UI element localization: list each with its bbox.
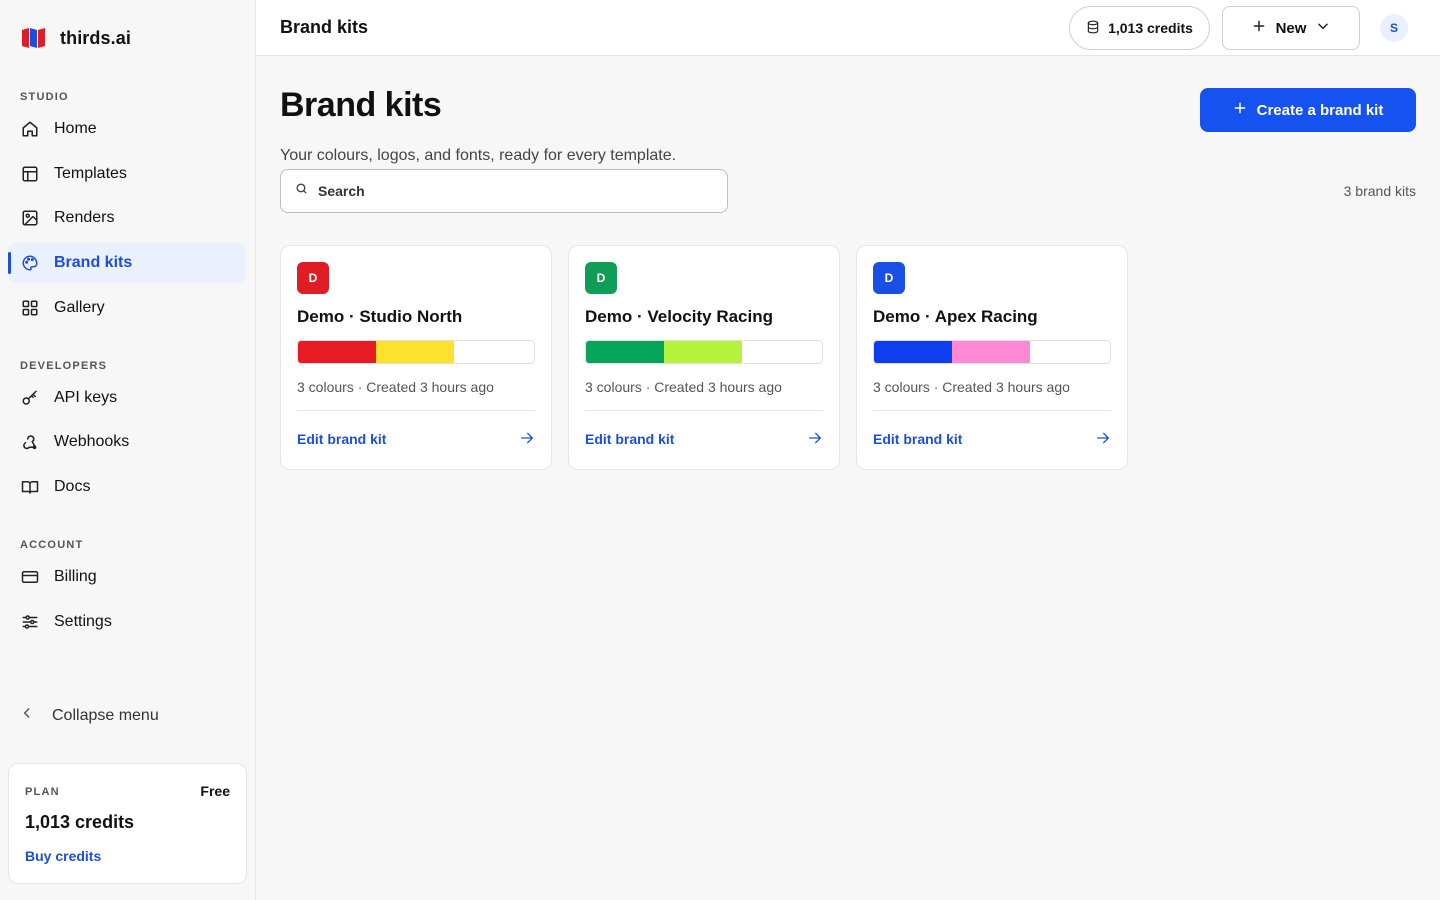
kit-meta: 3 colours · Created 3 hours ago [297,379,494,395]
sidebar: thirds.ai STUDIO Home Templates Renders … [0,0,256,900]
sidebar-item-label: Brand kits [54,254,133,271]
collapse-menu-button[interactable]: Collapse menu [20,706,159,725]
sidebar-item-label: Settings [54,613,112,630]
sidebar-item-label: Home [54,120,97,137]
kit-title: Demo · Apex Racing [873,307,1038,326]
kit-badge: D [585,262,617,294]
edit-brand-kit-link[interactable]: Edit brand kit [297,431,386,447]
kit-title: Demo · Velocity Racing [585,307,773,326]
sidebar-item-billing[interactable]: Billing [8,557,246,597]
color-swatches [585,340,823,364]
plus-icon [1252,19,1266,37]
credits-pill-label: 1,013 credits [1108,20,1193,36]
brand-kit-card[interactable]: D Demo · Apex Racing 3 colours · Created… [856,245,1128,470]
arrow-right-icon[interactable] [807,430,823,446]
edit-brand-kit-link[interactable]: Edit brand kit [585,431,674,447]
create-brand-kit-button[interactable]: Create a brand kit [1200,88,1416,132]
color-swatch [298,341,376,363]
credit-card-icon [20,567,40,587]
section-label-developers: DEVELOPERS [20,360,108,372]
sliders-icon [20,612,40,632]
sidebar-item-renders[interactable]: Renders [8,198,246,238]
sidebar-item-gallery[interactable]: Gallery [8,288,246,328]
sidebar-item-brand-kits[interactable]: Brand kits [8,243,246,283]
edit-brand-kit-link[interactable]: Edit brand kit [873,431,962,447]
home-icon [20,119,40,139]
divider [873,410,1111,411]
sidebar-item-label: Renders [54,209,115,226]
sidebar-item-settings[interactable]: Settings [8,602,246,642]
sidebar-item-label: API keys [54,389,118,406]
sidebar-item-label: Billing [54,568,97,585]
color-swatch-empty [742,341,820,363]
page-title: Brand kits [280,86,442,124]
section-label-account: ACCOUNT [20,539,84,551]
create-brand-kit-label: Create a brand kit [1256,101,1384,119]
section-label-studio: STUDIO [20,91,69,103]
plan-credits: 1,013 credits [25,812,135,832]
new-button-label: New [1275,19,1307,37]
color-swatch [874,341,952,363]
plan-label: PLAN [25,786,60,798]
sidebar-item-webhooks[interactable]: Webhooks [8,422,246,462]
chevron-left-icon [20,706,34,725]
palette-icon [20,253,40,273]
brand-kit-card[interactable]: D Demo · Studio North 3 colours · Create… [280,245,552,470]
sidebar-item-docs[interactable]: Docs [8,467,246,507]
new-button[interactable]: New [1222,6,1360,50]
color-swatch [664,341,742,363]
brand-logo[interactable]: thirds.ai [20,24,131,52]
brand-kit-grid: D Demo · Studio North 3 colours · Create… [280,245,1128,470]
layout-icon [20,164,40,184]
brand-kit-card[interactable]: D Demo · Velocity Racing 3 colours · Cre… [568,245,840,470]
search-box[interactable] [280,169,728,213]
color-swatch-empty [1030,341,1108,363]
divider [297,410,535,411]
kit-badge: D [297,262,329,294]
search-input[interactable] [318,183,698,199]
topbar-title: Brand kits [280,17,369,37]
color-swatches [873,340,1111,364]
logo-mark-icon [20,24,48,52]
plus-icon [1233,101,1247,119]
search-icon [295,182,308,200]
buy-credits-link[interactable]: Buy credits [25,848,101,864]
app-name: thirds.ai [60,27,131,48]
key-icon [20,388,40,408]
grid-icon [20,298,40,318]
collapse-menu-label: Collapse menu [52,706,159,724]
sidebar-item-api-keys[interactable]: API keys [8,378,246,418]
sidebar-item-home[interactable]: Home [8,109,246,149]
color-swatch [586,341,664,363]
database-icon [1086,20,1100,37]
credits-pill[interactable]: 1,013 credits [1069,6,1210,50]
kit-meta: 3 colours · Created 3 hours ago [585,379,782,395]
plan-card: PLAN Free 1,013 credits Buy credits [8,763,247,884]
arrow-right-icon[interactable] [519,430,535,446]
chevron-down-icon [1316,19,1330,37]
avatar[interactable]: S [1380,14,1408,42]
topbar: Brand kits 1,013 credits New S [256,0,1440,56]
arrow-right-icon[interactable] [1095,430,1111,446]
sidebar-item-label: Templates [54,165,127,182]
image-icon [20,208,40,228]
webhook-icon [20,432,40,452]
kit-title: Demo · Studio North [297,307,463,326]
sidebar-item-templates[interactable]: Templates [8,154,246,194]
kit-badge: D [873,262,905,294]
brand-kit-count: 3 brand kits [1343,183,1416,199]
sidebar-item-label: Gallery [54,299,105,316]
plan-tier: Free [200,783,230,799]
divider [585,410,823,411]
color-swatch [376,341,454,363]
color-swatches [297,340,535,364]
color-swatch-empty [454,341,532,363]
kit-meta: 3 colours · Created 3 hours ago [873,379,1070,395]
book-icon [20,477,40,497]
page-subtitle: Your colours, logos, and fonts, ready fo… [280,147,677,164]
sidebar-item-label: Webhooks [54,433,130,450]
sidebar-item-label: Docs [54,478,91,495]
color-swatch [952,341,1030,363]
